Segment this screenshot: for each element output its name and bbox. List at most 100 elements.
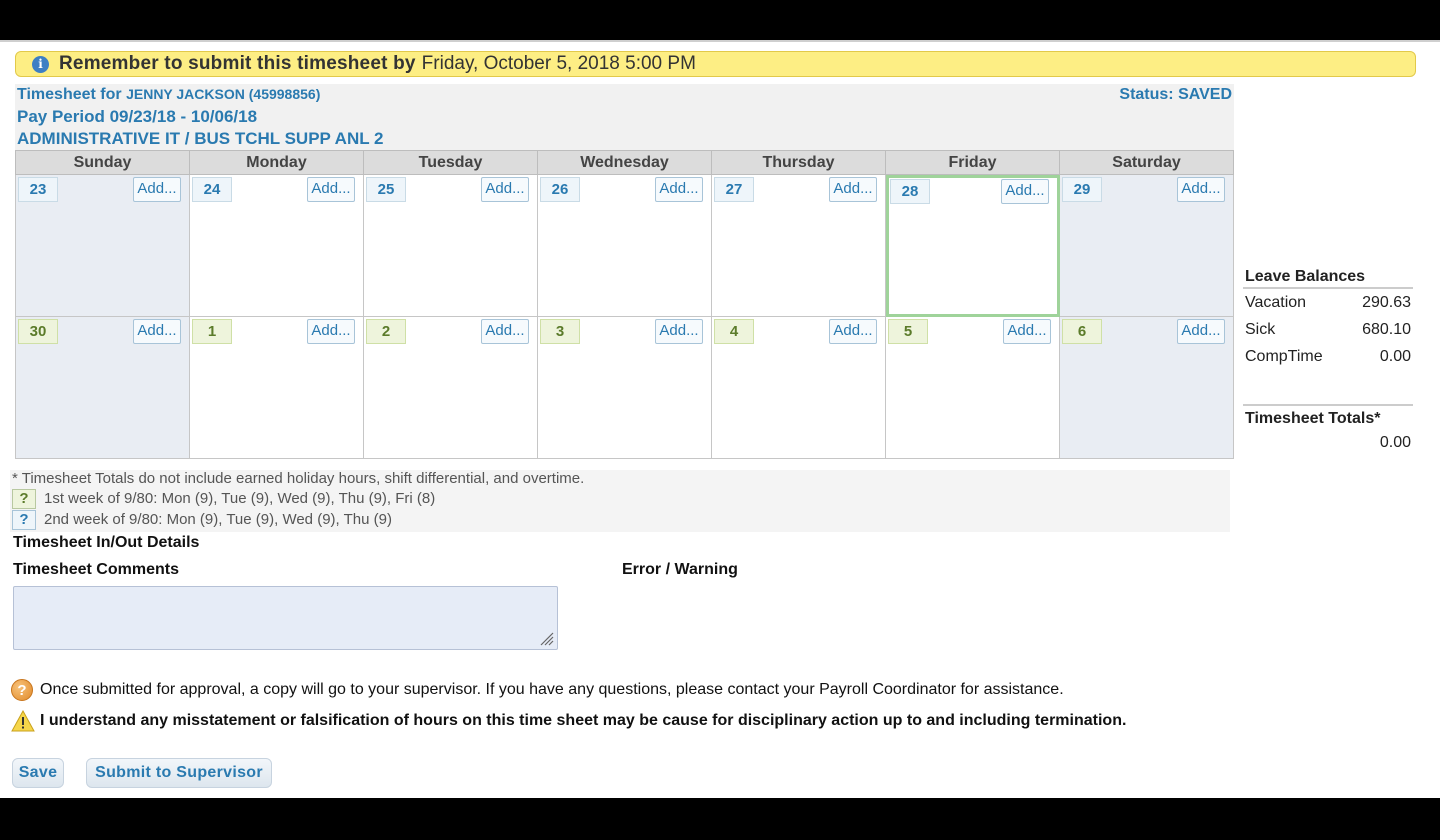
warning-icon [11, 710, 35, 732]
day-cell[interactable]: 24 Add... [189, 174, 364, 317]
timesheet-page: i Remember to submit this timesheet by F… [0, 40, 1440, 798]
day-cell[interactable]: 25 Add... [363, 174, 538, 317]
day-number: 4 [714, 319, 754, 344]
day-header-tuesday: Tuesday [363, 150, 538, 175]
balance-value: 680.10 [1362, 321, 1411, 338]
add-entry-button[interactable]: Add... [1001, 179, 1049, 204]
day-cell[interactable]: 27 Add... [711, 174, 886, 317]
add-entry-button[interactable]: Add... [307, 177, 355, 202]
resize-grip-icon[interactable] [538, 630, 554, 646]
day-cell[interactable]: 23 Add... [15, 174, 190, 317]
day-cell[interactable]: 6 Add... [1059, 316, 1234, 459]
day-number: 26 [540, 177, 580, 202]
day-number: 28 [890, 179, 930, 204]
calendar-header-row: Sunday Monday Tuesday Wednesday Thursday… [15, 150, 1234, 175]
day-header-sunday: Sunday [15, 150, 190, 175]
calendar-week-1: 23 Add... 24 Add... 25 Add... 26 Add... 27 Ad… [15, 174, 1234, 317]
timesheet-totals-title: Timesheet Totals* [1243, 404, 1413, 429]
week1-schedule: ? 1st week of 9/80: Mon (9), Tue (9), Wed… [12, 489, 435, 509]
error-warning-heading: Error / Warning [622, 561, 738, 578]
day-cell[interactable]: 3 Add... [537, 316, 712, 459]
day-number: 1 [192, 319, 232, 344]
balance-row: Vacation 290.63 [1243, 289, 1413, 316]
department: ADMINISTRATIVE IT / BUS TCHL SUPP ANL 2 [17, 129, 384, 148]
question-icon: ? [11, 679, 33, 701]
add-entry-button[interactable]: Add... [1177, 319, 1225, 344]
question-icon[interactable]: ? [12, 510, 36, 530]
balance-label: CompTime [1245, 348, 1323, 365]
day-number: 25 [366, 177, 406, 202]
day-header-monday: Monday [189, 150, 364, 175]
submission-info-text: Once submitted for approval, a copy will… [40, 681, 1064, 698]
day-cell[interactable]: 2 Add... [363, 316, 538, 459]
comments-heading: Timesheet Comments [13, 561, 179, 578]
balance-value: 0.00 [1379, 348, 1411, 365]
submit-to-supervisor-button[interactable]: Submit to Supervisor [86, 758, 272, 788]
day-cell[interactable]: 26 Add... [537, 174, 712, 317]
falsification-warning-text: I understand any misstatement or falsifi… [40, 712, 1127, 729]
add-entry-button[interactable]: Add... [133, 177, 181, 202]
add-entry-button[interactable]: Add... [1003, 319, 1051, 344]
add-entry-button[interactable]: Add... [655, 319, 703, 344]
timesheet-header: Timesheet for JENNY JACKSON (45998856) P… [15, 84, 1234, 150]
schedule-notes: * Timesheet Totals do not include earned… [10, 470, 1230, 532]
balance-row: Sick 680.10 [1243, 316, 1413, 343]
week2-schedule: ? 2nd week of 9/80: Mon (9), Tue (9), Wed… [12, 510, 392, 530]
timesheet-for-label: Timesheet for [17, 86, 122, 103]
reminder-banner: i Remember to submit this timesheet by F… [15, 51, 1416, 77]
day-number: 30 [18, 319, 58, 344]
add-entry-button[interactable]: Add... [307, 319, 355, 344]
day-cell[interactable]: 5 Add... [885, 316, 1060, 459]
reminder-deadline: Friday, October 5, 2018 5:00 PM [421, 53, 696, 74]
add-entry-button[interactable]: Add... [133, 319, 181, 344]
day-number: 23 [18, 177, 58, 202]
day-cell[interactable]: 1 Add... [189, 316, 364, 459]
add-entry-button[interactable]: Add... [1177, 177, 1225, 202]
add-entry-button[interactable]: Add... [655, 177, 703, 202]
day-cell[interactable]: 29 Add... [1059, 174, 1234, 317]
day-cell-today[interactable]: 28 Add... [885, 174, 1060, 317]
day-header-wednesday: Wednesday [537, 150, 712, 175]
submission-info: ? Once submitted for approval, a copy wi… [11, 679, 1064, 701]
employee-name: JENNY JACKSON (45998856) [126, 86, 321, 102]
info-icon: i [32, 55, 49, 73]
in-out-details-heading[interactable]: Timesheet In/Out Details [13, 534, 199, 552]
pay-period: Pay Period 09/23/18 - 10/06/18 [17, 107, 258, 126]
add-entry-button[interactable]: Add... [829, 319, 877, 344]
calendar-grid: Sunday Monday Tuesday Wednesday Thursday… [15, 150, 1234, 459]
day-number: 24 [192, 177, 232, 202]
add-entry-button[interactable]: Add... [481, 319, 529, 344]
balance-label: Sick [1245, 321, 1276, 338]
reminder-lead: Remember to submit this timesheet by [59, 53, 416, 74]
day-header-thursday: Thursday [711, 150, 886, 175]
timesheet-totals-row: 0.00 [1243, 429, 1413, 456]
balance-row: CompTime 0.00 [1243, 343, 1413, 370]
comments-textarea[interactable] [13, 586, 558, 650]
timesheet-totals-value: 0.00 [1379, 434, 1411, 451]
day-number: 2 [366, 319, 406, 344]
totals-footnote: * Timesheet Totals do not include earned… [12, 470, 585, 487]
add-entry-button[interactable]: Add... [481, 177, 529, 202]
timesheet-for: Timesheet for JENNY JACKSON (45998856) [17, 86, 320, 104]
add-entry-button[interactable]: Add... [829, 177, 877, 202]
leave-balances: Leave Balances Vacation 290.63 Sick 680.… [1243, 268, 1413, 370]
day-number: 27 [714, 177, 754, 202]
day-cell[interactable]: 4 Add... [711, 316, 886, 459]
falsification-warning: I understand any misstatement or falsifi… [11, 710, 1126, 732]
day-number: 5 [888, 319, 928, 344]
week1-schedule-text: 1st week of 9/80: Mon (9), Tue (9), Wed … [44, 489, 436, 507]
timesheet-totals: Timesheet Totals* 0.00 [1243, 404, 1413, 456]
day-number: 6 [1062, 319, 1102, 344]
question-icon[interactable]: ? [12, 489, 36, 509]
day-number: 3 [540, 319, 580, 344]
week2-schedule-text: 2nd week of 9/80: Mon (9), Tue (9), Wed … [44, 510, 392, 528]
calendar-week-2: 30 Add... 1 Add... 2 Add... 3 Add... 4 Add...… [15, 316, 1234, 459]
save-button[interactable]: Save [12, 758, 64, 788]
leave-balances-title: Leave Balances [1243, 268, 1413, 289]
status-badge: Status: SAVED [1119, 86, 1232, 103]
day-cell[interactable]: 30 Add... [15, 316, 190, 459]
balance-label: Vacation [1245, 294, 1307, 311]
day-header-saturday: Saturday [1059, 150, 1234, 175]
balance-value: 290.63 [1362, 294, 1411, 311]
day-header-friday: Friday [885, 150, 1060, 175]
